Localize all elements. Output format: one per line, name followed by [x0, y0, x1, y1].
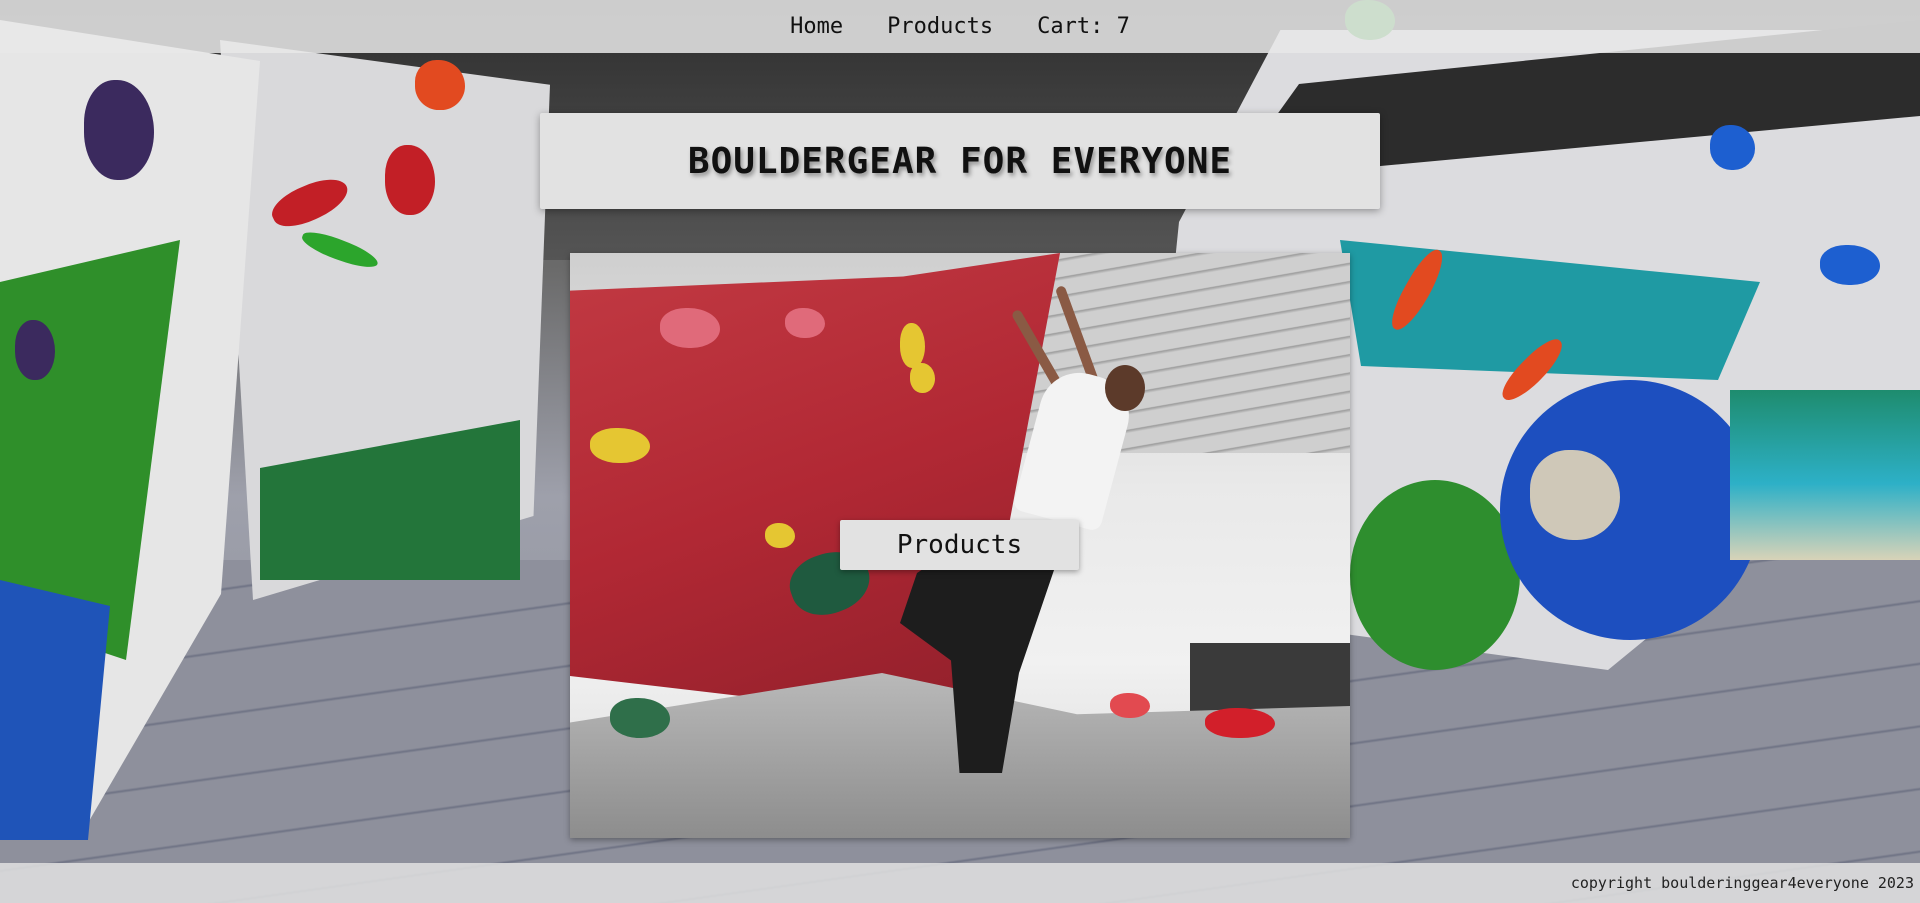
- nav-home-link[interactable]: Home: [790, 14, 843, 39]
- products-button[interactable]: Products: [840, 520, 1079, 570]
- nav-products-link[interactable]: Products: [887, 14, 993, 39]
- title-banner: BOULDERGEAR FOR EVERYONE: [540, 113, 1380, 209]
- nav-cart-link[interactable]: Cart: 7: [1037, 14, 1130, 39]
- footer: copyright boulderinggear4everyone 2023: [0, 863, 1920, 903]
- copyright-text: copyright boulderinggear4everyone 2023: [1570, 874, 1914, 892]
- top-nav: Home Products Cart: 7: [0, 0, 1920, 53]
- page-title: BOULDERGEAR FOR EVERYONE: [687, 140, 1233, 182]
